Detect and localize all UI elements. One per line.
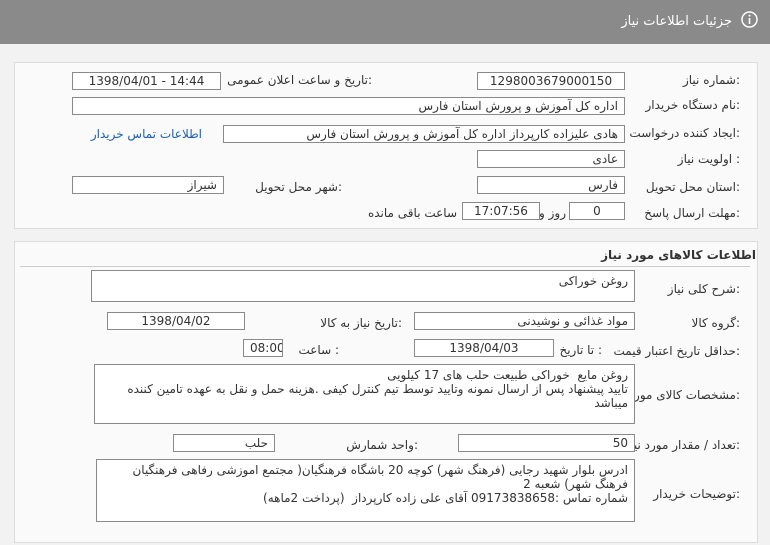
deadline-time-field[interactable]: 17:07:56 (462, 202, 540, 220)
priority-label: اولویت نیاز : (677, 152, 740, 166)
general-desc-text: روغن خوراکی (558, 274, 628, 288)
buyer-org-field[interactable]: اداره کل آموزش و پرورش استان فارس (72, 97, 625, 115)
unit-label: واحد شمارش: (346, 438, 418, 452)
to-date-label: تا تاریخ : (559, 343, 602, 357)
delivery-city-field[interactable]: شیراز (72, 176, 224, 194)
specs-field[interactable]: روغن مایع خوراکی طبیعت حلب های 17 کیلویی… (94, 364, 635, 424)
min-validity-label: حداقل تاریخ اعتبار قیمت: (613, 344, 740, 358)
page-header: جزئیات اطلاعات نیاز (0, 0, 770, 44)
priority-field[interactable]: عادی (477, 150, 625, 168)
general-desc-label: شرح کلی نیاز: (667, 282, 740, 296)
info-icon (741, 11, 758, 28)
buyer-notes-line: شماره تماس :09173838658 آقای علی زاده کا… (263, 491, 628, 505)
need-date-label: تاریخ نیاز به کالا: (320, 316, 402, 330)
buyer-notes-line: ادرس بلوار شهید رجایی (فرهنگ شهر) کوچه 2… (132, 463, 628, 477)
buyer-org-label: نام دستگاه خریدار: (645, 98, 741, 112)
quantity-field[interactable]: 50 (458, 434, 635, 452)
validity-time-label: ساعت : (298, 343, 339, 357)
buyer-notes-label: توضیحات خریدار: (653, 487, 740, 501)
need-date-field[interactable]: 1398/04/02 (107, 312, 245, 330)
buyer-notes-field[interactable]: ادرس بلوار شهید رجایی (فرهنگ شهر) کوچه 2… (96, 459, 635, 522)
general-desc-field[interactable]: روغن خوراکی (91, 270, 635, 302)
goods-group-label: گروه کالا: (691, 316, 741, 330)
validity-time-field[interactable]: 08:00 (243, 339, 283, 357)
deadline-days-field[interactable]: 0 (569, 202, 625, 220)
delivery-province-field[interactable]: فارس (477, 176, 625, 194)
quantity-label: تعداد / مقدار مورد نیاز: (624, 438, 740, 452)
buyer-notes-line: فرهنگ شهر) شعبه 2 (523, 477, 628, 491)
announce-datetime-label: تاریخ و ساعت اعلان عمومی: (227, 73, 372, 87)
unit-field[interactable]: حلب (173, 434, 275, 452)
section-divider (20, 266, 750, 267)
page-title: جزئیات اطلاعات نیاز (621, 14, 732, 29)
goods-section-title: اطلاعات کالاهای مورد نیاز (601, 248, 756, 262)
deadline-label: مهلت ارسال پاسخ: (644, 206, 740, 220)
announce-datetime-field[interactable]: 1398/04/01 - 14:44 (72, 72, 221, 90)
need-number-label: شماره نیاز: (682, 73, 740, 87)
requester-label: ایجاد کننده درخواست: (629, 126, 740, 140)
specs-line: میباشد (594, 396, 628, 410)
requester-field[interactable]: هادی علیزاده کارپرداز اداره کل آموزش و پ… (223, 125, 625, 143)
specs-line: روغن مایع خوراکی طبیعت حلب های 17 کیلویی (387, 368, 628, 382)
delivery-city-label: شهر محل تحویل: (255, 180, 342, 194)
goods-group-field[interactable]: مواد غذائی و نوشیدنی (414, 312, 635, 330)
days-label: روز و (539, 206, 566, 220)
validity-date-field[interactable]: 1398/04/03 (414, 339, 554, 357)
need-number-field[interactable]: 1298003679000150 (477, 72, 625, 90)
buyer-contact-link[interactable]: اطلاعات تماس خریدار (91, 127, 202, 141)
delivery-province-label: استان محل تحویل: (645, 180, 740, 194)
remaining-label: ساعت باقی مانده (367, 206, 457, 220)
specs-line: تایید پیشنهاد پس از ارسال نمونه وتایید ت… (127, 382, 628, 396)
